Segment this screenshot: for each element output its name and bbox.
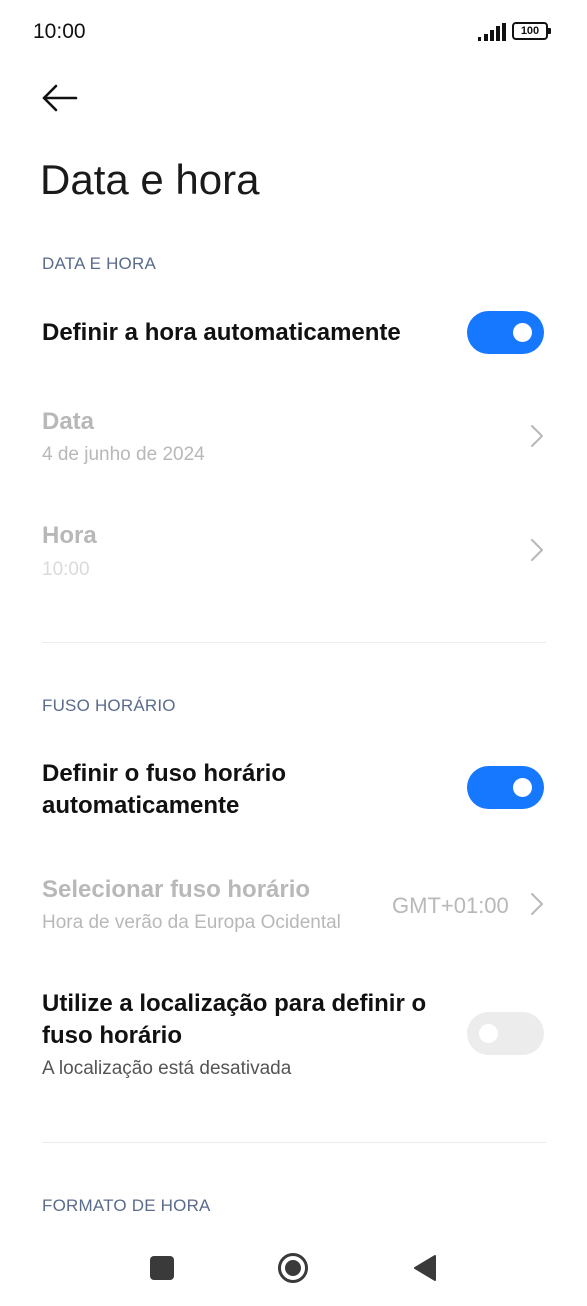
back-triangle-icon[interactable] (413, 1254, 437, 1282)
toggle-knob (479, 1024, 498, 1043)
battery-level: 100 (520, 25, 540, 37)
auto-zone-label-line2: automaticamente (42, 792, 240, 819)
use-location-label-line1: Utilize a localização para definir o (42, 990, 427, 1017)
signal-icon (478, 23, 506, 41)
select-zone-sub: Hora de verão da Europa Ocidental (42, 912, 341, 933)
use-location-label-line2: fuso horário (42, 1022, 183, 1049)
use-location-sub: A localização está desativada (42, 1058, 292, 1079)
recent-apps-icon[interactable] (150, 1256, 174, 1280)
auto-zone-label-line1: Definir o fuso horário (42, 760, 287, 787)
time-label: Hora (42, 522, 97, 549)
time-value: 10:00 (42, 559, 90, 580)
use-location-toggle[interactable] (467, 1012, 544, 1055)
select-zone-label: Selecionar fuso horário (42, 876, 311, 903)
auto-time-label: Definir a hora automaticamente (42, 319, 401, 346)
battery-icon: 100 (512, 22, 551, 40)
chevron-right-icon (531, 539, 543, 561)
select-zone-value: GMT+01:00 (392, 893, 509, 918)
auto-time-toggle[interactable] (467, 311, 544, 354)
section-header-date-time: DATA E HORA (42, 254, 156, 273)
date-label: Data (42, 408, 95, 435)
section-header-time-zone: FUSO HORÁRIO (42, 696, 176, 715)
arrow-left-icon[interactable] (40, 80, 80, 116)
home-icon[interactable] (277, 1252, 309, 1284)
divider (42, 642, 546, 643)
divider (42, 1142, 546, 1143)
status-time: 10:00 (33, 20, 86, 43)
date-value: 4 de junho de 2024 (42, 444, 205, 465)
toggle-knob (513, 323, 532, 342)
page-title: Data e hora (40, 156, 260, 203)
status-bar: 10:00 100 (0, 0, 587, 64)
toggle-knob (513, 778, 532, 797)
auto-zone-toggle[interactable] (467, 766, 544, 809)
section-header-time-format: FORMATO DE HORA (42, 1196, 211, 1215)
chevron-right-icon (531, 893, 543, 915)
chevron-right-icon (531, 425, 543, 447)
